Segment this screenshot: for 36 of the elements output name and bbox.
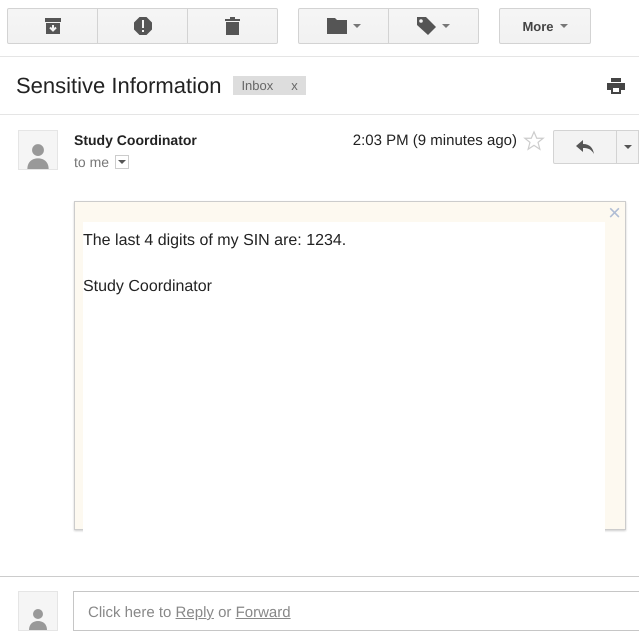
reply-prompt: or [217, 604, 232, 621]
label-button[interactable] [388, 8, 479, 44]
tag-icon [417, 17, 436, 35]
archive-icon [44, 18, 62, 34]
link[interactable]: Forward [236, 604, 291, 621]
close-button[interactable]: × [608, 202, 621, 224]
more-button[interactable]: More [499, 8, 591, 44]
reply-icon [576, 140, 594, 154]
print-icon[interactable] [607, 78, 625, 94]
remove-label-button[interactable]: x [291, 78, 298, 94]
body-text: The last 4 digits of my SIN are: 1234. [83, 232, 348, 250]
link[interactable]: Reply [176, 604, 214, 621]
email-subject: Sensitive Information [16, 72, 222, 99]
reply-field[interactable]: Click here to Reply or Forward [73, 591, 639, 631]
person-icon [25, 143, 51, 170]
body-text: Study Coordinator [83, 278, 213, 296]
reply-button[interactable] [553, 130, 617, 164]
caret-icon [442, 24, 450, 28]
alert-icon [134, 17, 152, 35]
sender-name: Study Coordinator [74, 132, 197, 148]
caret-icon [118, 160, 126, 164]
label-name: Inbox [241, 78, 274, 94]
caret-icon [352, 24, 360, 28]
reply-prompt: Click here to [88, 604, 172, 621]
delete-button[interactable] [187, 8, 278, 44]
recipient-text: to me [74, 154, 110, 170]
message-time: 2:03 PM (9 minutes ago) [352, 132, 517, 152]
archive-button[interactable] [7, 8, 98, 44]
caret-icon [560, 24, 568, 28]
folder-button[interactable] [298, 8, 389, 44]
details-dropdown[interactable] [115, 155, 130, 170]
caret-icon [624, 145, 632, 150]
person-icon [27, 608, 49, 630]
spam-button[interactable] [97, 8, 188, 44]
folder-icon [326, 18, 346, 34]
trash-icon [225, 17, 240, 35]
